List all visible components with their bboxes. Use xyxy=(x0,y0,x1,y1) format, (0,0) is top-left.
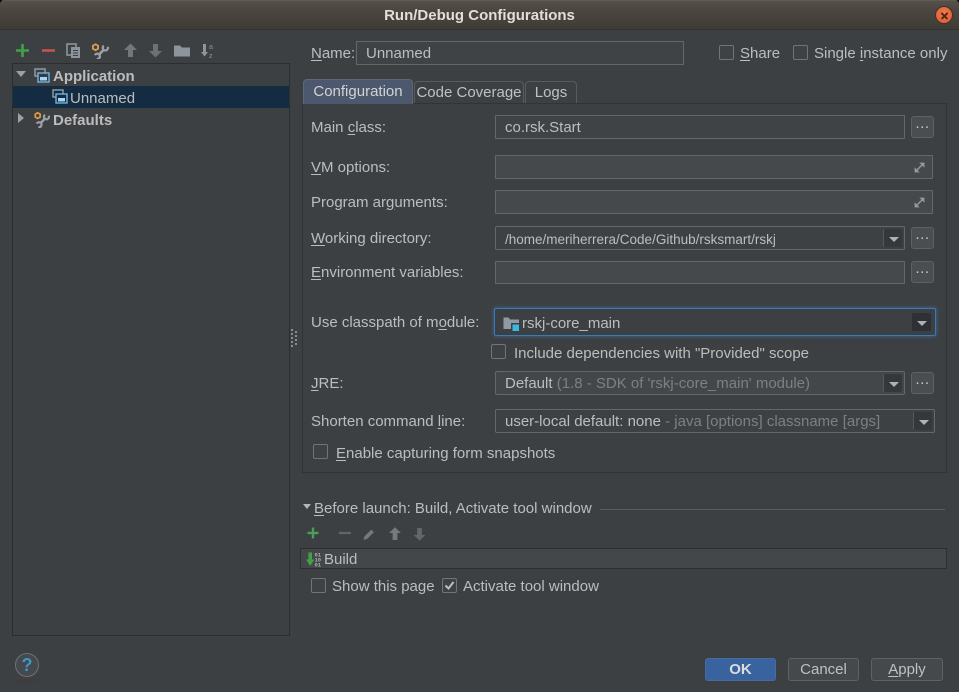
svg-text:a: a xyxy=(209,44,213,51)
svg-text:z: z xyxy=(209,53,213,59)
svg-text:01: 01 xyxy=(315,562,322,568)
